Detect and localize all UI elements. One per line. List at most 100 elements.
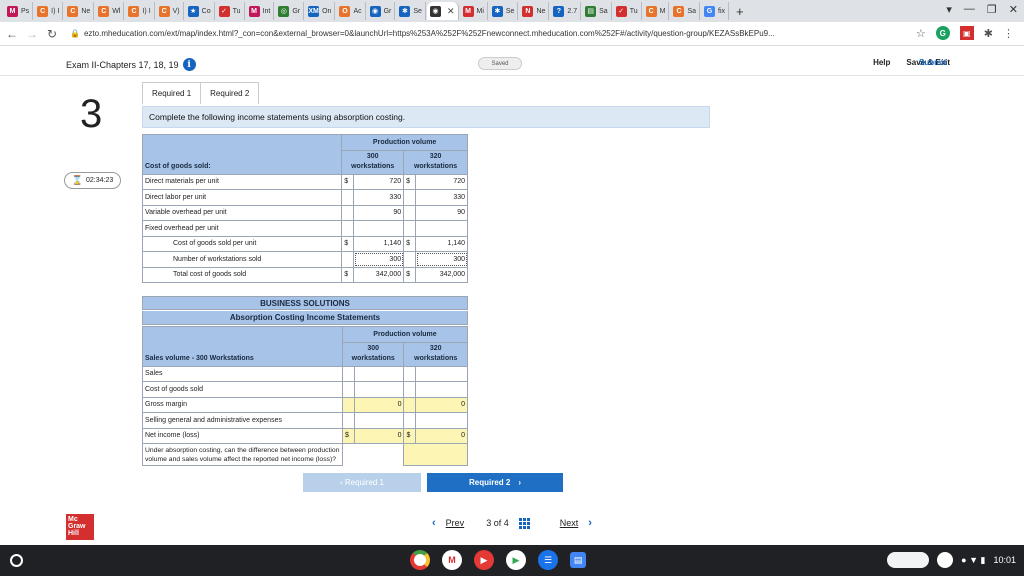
- browser-tab[interactable]: N Ne: [519, 2, 550, 20]
- browser-tab[interactable]: ✱ Se: [396, 2, 426, 20]
- launcher-icon[interactable]: [10, 554, 23, 567]
- computed-value-cell: 1,140: [353, 235, 405, 252]
- input-value-cell[interactable]: 720: [415, 173, 468, 190]
- absorption-answer-dropdown[interactable]: [403, 443, 468, 466]
- question-pager: ‹ Prev 3 of 4 Next ›: [432, 517, 592, 529]
- browser-tab[interactable]: C Sa: [670, 2, 701, 20]
- chrome-icon[interactable]: [410, 550, 430, 570]
- back-arrow-icon[interactable]: ←: [4, 27, 20, 41]
- browser-tab[interactable]: ◉ ✕: [426, 2, 459, 20]
- browser-tab[interactable]: ✓ Tu: [216, 2, 245, 20]
- input-value-cell[interactable]: 330: [353, 189, 405, 206]
- browser-tab[interactable]: ? 2.7: [550, 2, 582, 20]
- taskbar-apps: M ▶ ▶ ☰ ▤: [410, 550, 586, 570]
- messages-icon[interactable]: ☰: [538, 550, 558, 570]
- status-icons[interactable]: ● ▼ ▮: [961, 555, 985, 566]
- browser-tab[interactable]: ✱ Se: [489, 2, 519, 20]
- input-value-cell[interactable]: [415, 220, 468, 237]
- currency-symbol: [341, 204, 354, 221]
- forward-arrow-icon[interactable]: →: [24, 27, 40, 41]
- input-value-cell[interactable]: [353, 412, 405, 429]
- computed-value-cell: 0: [415, 427, 468, 444]
- url-field[interactable]: 🔒 ezto.mheducation.com/ext/map/index.htm…: [70, 29, 775, 38]
- tab-label: Se: [505, 7, 515, 15]
- gmail-icon[interactable]: M: [442, 550, 462, 570]
- browser-tab[interactable]: CM: [643, 2, 670, 20]
- tab-required-2[interactable]: Required 2: [201, 82, 260, 104]
- browser-tab[interactable]: M Mi: [460, 2, 488, 20]
- computed-value-cell[interactable]: 300: [415, 251, 468, 268]
- input-value-cell[interactable]: 90: [353, 204, 405, 221]
- col-320-top: 320: [429, 153, 442, 160]
- browser-tab[interactable]: M Int: [246, 2, 275, 20]
- play-store-icon[interactable]: ▶: [506, 550, 526, 570]
- chevron-right-pager-icon[interactable]: ›: [588, 517, 592, 529]
- browser-tab[interactable]: M Ps: [4, 2, 34, 20]
- browser-tab[interactable]: Gfix: [701, 2, 730, 20]
- prev-link[interactable]: Prev: [446, 518, 465, 528]
- browser-tab[interactable]: C I) I: [125, 2, 155, 20]
- pen-icon[interactable]: [937, 552, 954, 568]
- grammarly-extension-icon[interactable]: G: [935, 26, 950, 40]
- tab-favicon-icon: C: [67, 5, 79, 17]
- browser-tab[interactable]: XM On: [305, 2, 336, 20]
- browser-tab[interactable]: ✓ Tu: [613, 2, 642, 20]
- minimize-button[interactable]: —: [964, 3, 975, 16]
- red-extension-icon[interactable]: ▣: [959, 26, 974, 40]
- question-grid-icon[interactable]: [518, 517, 530, 529]
- input-value-cell[interactable]: [415, 412, 468, 429]
- browser-tab[interactable]: ★ Co: [185, 2, 215, 20]
- submit-link[interactable]: Submit: [919, 58, 946, 67]
- tab-required-1[interactable]: Required 1: [142, 82, 202, 104]
- tab-label: Gr: [383, 7, 392, 15]
- input-value-cell[interactable]: 720: [353, 173, 405, 190]
- browser-tab[interactable]: C Ne: [64, 2, 95, 20]
- col-300-header: 300 workstations: [341, 149, 405, 175]
- timer-badge[interactable]: ⌛ 02:34:23: [64, 172, 121, 189]
- tab-label: M: [659, 7, 666, 15]
- help-link[interactable]: Help: [873, 58, 890, 67]
- clock[interactable]: 10:01: [993, 555, 1016, 565]
- close-tab-icon[interactable]: ✕: [447, 6, 455, 17]
- lock-icon: 🔒: [70, 29, 80, 38]
- input-value-cell[interactable]: [353, 220, 405, 237]
- input-value-cell[interactable]: 90: [415, 204, 468, 221]
- timer-text: 02:34:23: [85, 177, 114, 184]
- input-value-cell[interactable]: [415, 365, 468, 382]
- tab-favicon-icon: ◎: [278, 5, 290, 17]
- youtube-icon[interactable]: ▶: [474, 550, 494, 570]
- input-value-cell[interactable]: [415, 381, 468, 398]
- puzzle-extensions-icon[interactable]: ✱: [984, 27, 993, 40]
- menu-kebab-icon[interactable]: ⋮: [1003, 27, 1014, 40]
- new-tab-button[interactable]: +: [736, 4, 744, 19]
- input-value-cell[interactable]: 330: [415, 189, 468, 206]
- row-label: Variable overhead per unit: [141, 204, 343, 221]
- browser-tab[interactable]: C Wl: [95, 2, 125, 20]
- computed-value-cell[interactable]: 300: [353, 251, 405, 268]
- restore-button[interactable]: ❐: [987, 3, 997, 16]
- browser-tab[interactable]: C I) I: [34, 2, 64, 20]
- chevron-left-icon[interactable]: ‹: [432, 517, 436, 529]
- browser-tab[interactable]: ▤ Sa: [582, 2, 612, 20]
- next-link[interactable]: Next: [560, 518, 579, 528]
- input-value-cell[interactable]: [353, 381, 405, 398]
- currency-symbol: [403, 412, 416, 429]
- info-icon[interactable]: i: [182, 58, 196, 71]
- next-required-button[interactable]: Required 2 ›: [427, 473, 563, 492]
- logo-line-1: Mc: [68, 516, 78, 523]
- browser-tab[interactable]: ◉ Gr: [367, 2, 396, 20]
- tab-label: Sa: [599, 7, 608, 15]
- prev-required-button[interactable]: ‹ Required 1: [303, 473, 421, 492]
- hourglass-icon: ⌛: [71, 175, 83, 185]
- bookmark-star-icon[interactable]: ☆: [916, 27, 926, 40]
- input-value-cell[interactable]: [353, 365, 405, 382]
- browser-tab[interactable]: C V): [156, 2, 184, 20]
- browser-tab[interactable]: ◎ Gr: [275, 2, 305, 20]
- tab-favicon-icon: C: [673, 5, 685, 17]
- close-window-button[interactable]: ✕: [1009, 3, 1018, 16]
- tray-pill[interactable]: [887, 552, 930, 568]
- browser-tab[interactable]: O Ac: [336, 2, 366, 20]
- docs-icon[interactable]: ▤: [570, 552, 586, 568]
- tab-search-icon[interactable]: ▾: [946, 3, 952, 16]
- reload-icon[interactable]: ↻: [44, 27, 60, 41]
